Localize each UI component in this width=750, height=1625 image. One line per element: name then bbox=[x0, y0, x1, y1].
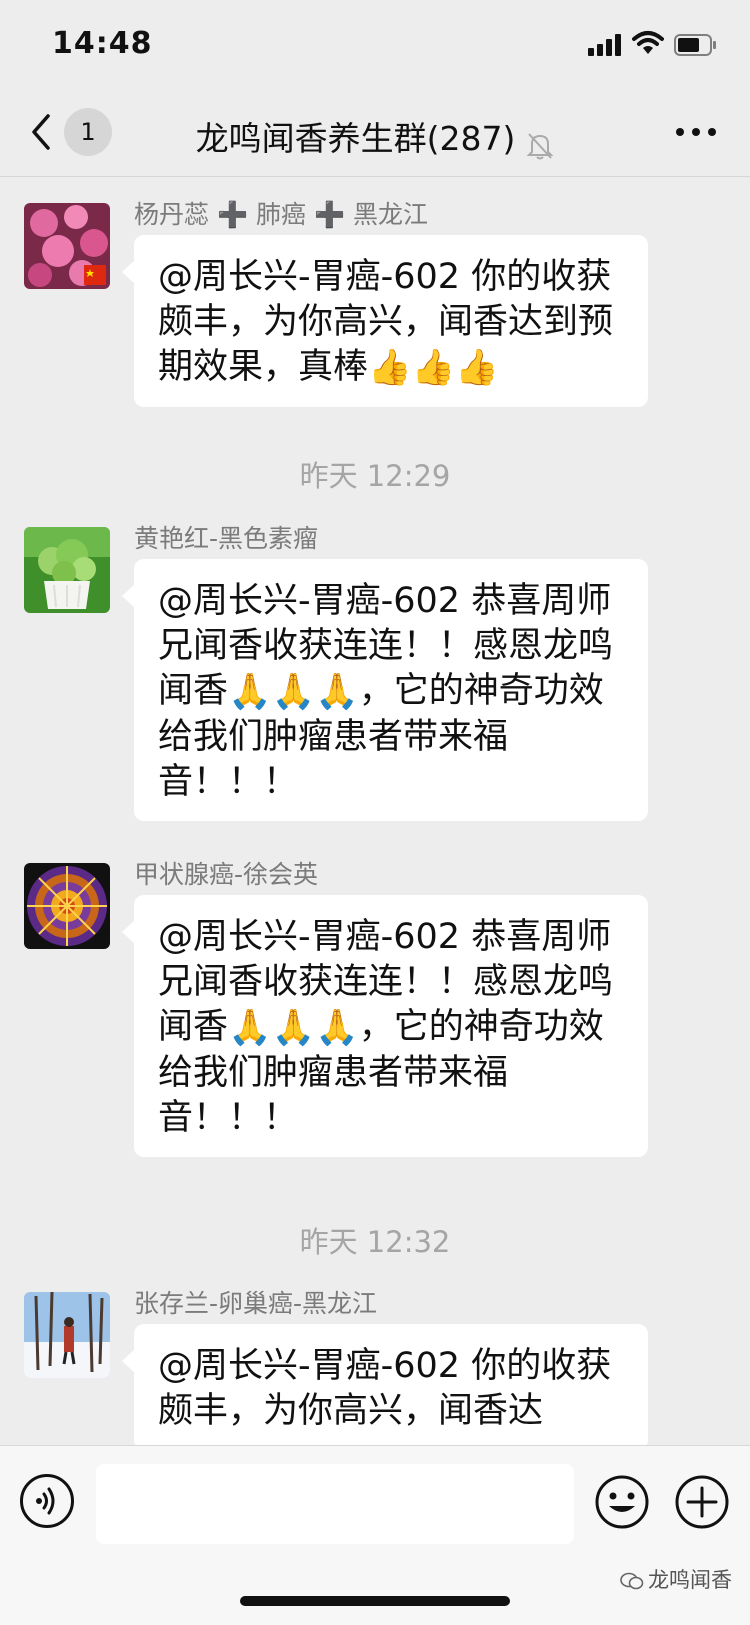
wechat-logo-icon bbox=[620, 1572, 644, 1590]
home-indicator bbox=[240, 1596, 510, 1606]
pray-emoji: 🙏🙏🙏 bbox=[228, 671, 359, 712]
sender-avatar[interactable] bbox=[24, 203, 110, 289]
message-bubble[interactable]: @周长兴-胃癌-602 恭喜周师兄闻香收获连连！！感恩龙鸣闻香🙏🙏🙏，它的神奇功… bbox=[122, 895, 648, 1157]
message-text: @周长兴-胃癌-602 你的收获颇丰，为你高兴，闻香达 bbox=[158, 1346, 612, 1431]
message-bubble[interactable]: @周长兴-胃癌-602 你的收获颇丰，为你高兴，闻香达 bbox=[122, 1324, 648, 1445]
message-bubble[interactable]: @周长兴-胃癌-602 恭喜周师兄闻香收获连连！！感恩龙鸣闻香🙏🙏🙏，它的神奇功… bbox=[122, 559, 648, 821]
pray-emoji: 🙏🙏🙏 bbox=[228, 1007, 359, 1048]
more-options-icon[interactable] bbox=[676, 128, 716, 138]
sender-name: 甲状腺癌-徐会英 bbox=[134, 860, 319, 889]
voice-icon bbox=[36, 1487, 55, 1515]
sender-avatar[interactable] bbox=[24, 863, 110, 949]
sender-name: 杨丹蕊 ➕ 肺癌 ➕ 黑龙江 bbox=[134, 200, 429, 229]
timestamp: 昨天 12:32 bbox=[299, 1225, 451, 1259]
message-input[interactable] bbox=[96, 1464, 574, 1544]
sender-name: 黄艳红-黑色素瘤 bbox=[134, 524, 319, 553]
timestamp: 昨天 12:29 bbox=[299, 459, 451, 493]
add-more-icon[interactable] bbox=[674, 1474, 730, 1530]
battery-icon bbox=[674, 34, 716, 56]
status-bar: 14:48 bbox=[0, 0, 750, 92]
sender-name: 张存兰-卵巢癌-黑龙江 bbox=[134, 1289, 378, 1318]
chat-title[interactable]: 龙鸣闻香养生群(287) bbox=[196, 119, 516, 158]
sender-avatar[interactable] bbox=[24, 527, 110, 613]
message-composer: 龙鸣闻香 bbox=[0, 1445, 750, 1625]
watermark: 龙鸣闻香 bbox=[620, 1564, 732, 1594]
voice-input-button[interactable] bbox=[20, 1474, 74, 1528]
status-time: 14:48 bbox=[52, 26, 153, 61]
wifi-icon bbox=[632, 31, 664, 54]
watermark-text: 龙鸣闻香 bbox=[648, 1568, 732, 1592]
chat-header: 1 龙鸣闻香养生群(287) bbox=[0, 92, 750, 177]
emoji-face-icon[interactable] bbox=[594, 1474, 650, 1530]
mute-bell-icon bbox=[527, 132, 554, 159]
chat-title-wrap: 龙鸣闻香养生群(287) bbox=[0, 112, 750, 161]
thumbs-up-emoji: 👍👍👍 bbox=[368, 347, 499, 388]
message-bubble[interactable]: @周长兴-胃癌-602 你的收获颇丰，为你高兴，闻香达到预期效果，真棒👍👍👍 bbox=[122, 235, 648, 407]
cellular-signal-icon bbox=[588, 34, 622, 56]
chat-messages[interactable]: 杨丹蕊 ➕ 肺癌 ➕ 黑龙江 @周长兴-胃癌-602 你的收获颇丰，为你高兴，闻… bbox=[0, 177, 750, 1445]
sender-avatar[interactable] bbox=[24, 1292, 110, 1378]
